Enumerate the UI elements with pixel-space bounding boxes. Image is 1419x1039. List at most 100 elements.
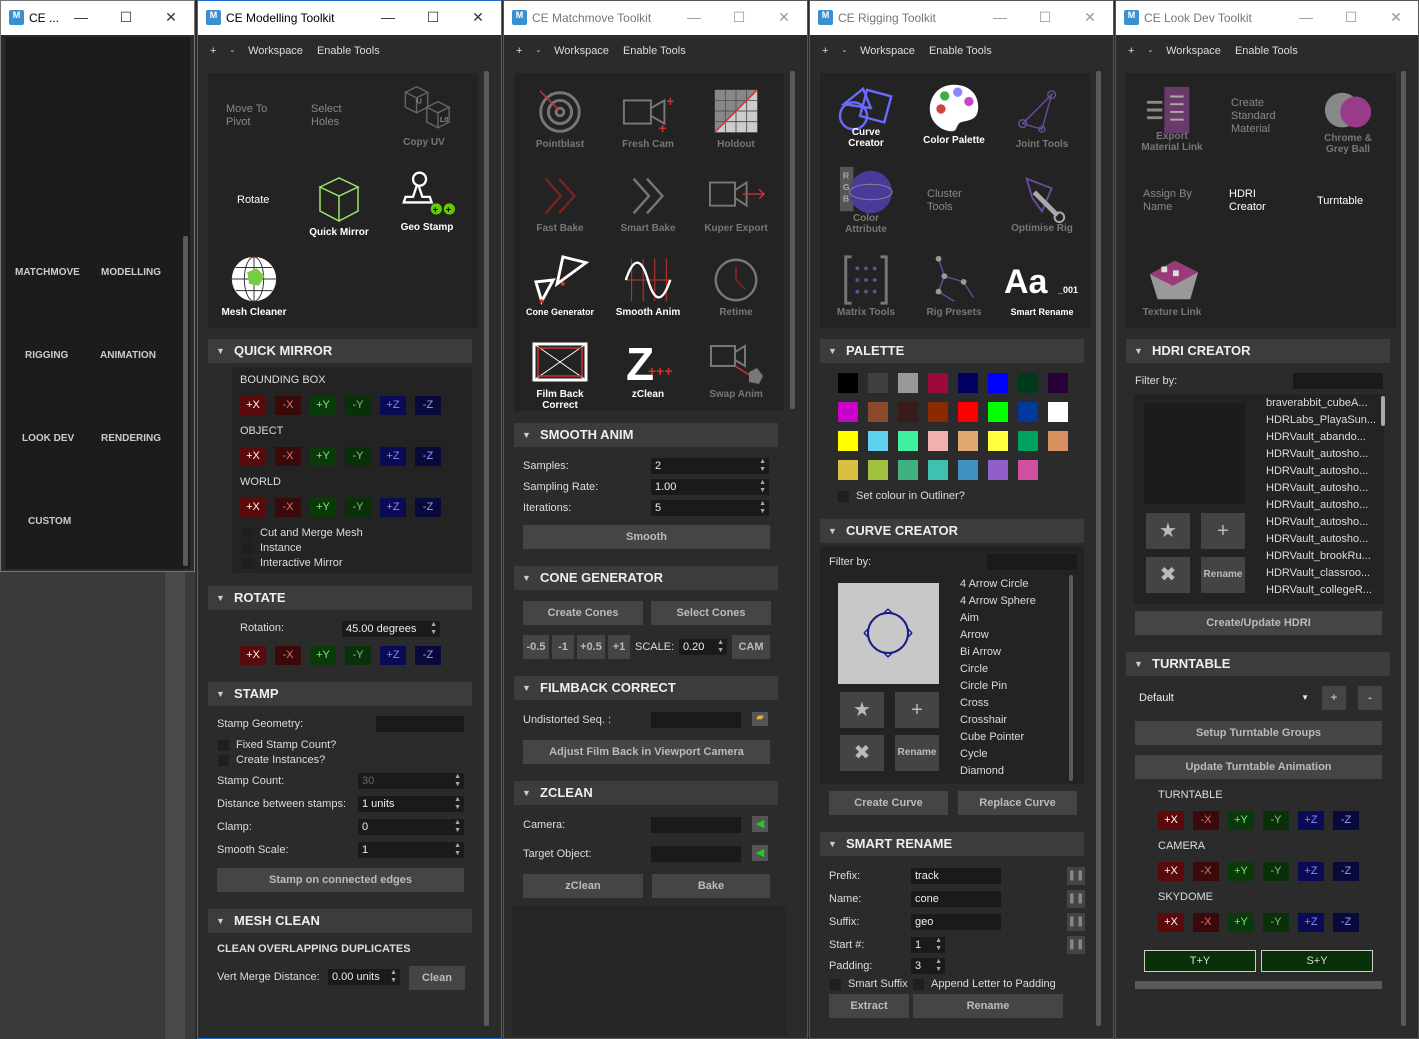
sidebar-item-lookdev[interactable]: LOOK DEV — [22, 433, 74, 444]
axis-button-ny[interactable]: -Y — [345, 498, 371, 517]
folder-icon[interactable]: ▰ — [752, 712, 768, 726]
list-item[interactable]: HDRVault_autosho... — [1266, 499, 1368, 511]
maximize-button[interactable]: ☐ — [729, 7, 749, 27]
create-curve-button[interactable]: Create Curve — [829, 791, 948, 815]
cam-button[interactable]: CAM — [732, 635, 770, 659]
section-zclean[interactable]: ZCLEAN — [514, 781, 778, 805]
sidebar-item-modelling[interactable]: MODELLING — [101, 267, 161, 278]
turntable-remove-button[interactable]: - — [1358, 686, 1382, 710]
turntable-add-button[interactable]: + — [1322, 686, 1346, 710]
sidebar-item-rigging[interactable]: RIGGING — [25, 350, 68, 361]
checkbox-create-instances[interactable]: Create Instances? — [218, 753, 325, 767]
sidebar-item-rendering[interactable]: RENDERING — [101, 433, 161, 444]
tool-smart-rename[interactable]: Aa _001 Smart Rename — [998, 253, 1086, 318]
titlebar[interactable]: M CE Modelling Toolkit — ☐ ✕ — [198, 1, 501, 35]
list-item[interactable]: Crosshair — [960, 714, 1007, 726]
color-swatch[interactable] — [988, 431, 1008, 451]
checkbox-interactive-mirror[interactable]: Interactive Mirror — [242, 556, 343, 570]
replace-curve-button[interactable]: Replace Curve — [958, 791, 1077, 815]
rename-hdri-button[interactable]: Rename — [1201, 557, 1245, 593]
tool-chrome-grey-ball[interactable]: Chrome & Grey Ball — [1304, 85, 1392, 155]
color-swatch[interactable] — [898, 373, 918, 393]
enable-tools-menu[interactable]: Enable Tools — [1235, 45, 1298, 57]
suffix-field[interactable]: geo — [911, 914, 1001, 930]
axis-button-pz[interactable]: +Z — [380, 447, 406, 466]
curve-filter-field[interactable] — [987, 554, 1077, 570]
scrollbar[interactable] — [484, 71, 489, 1026]
maximize-button[interactable]: ☐ — [1341, 7, 1361, 27]
list-item[interactable]: HDRVault_brookRu... — [1266, 550, 1371, 562]
tool-assign-by-name[interactable]: Assign By Name — [1143, 188, 1198, 214]
list-item[interactable]: HDRVault_abando... — [1266, 431, 1366, 443]
plus-1-button[interactable]: +1 — [608, 635, 630, 659]
tool-pointblast[interactable]: Pointblast — [516, 85, 604, 150]
axis-button-px[interactable]: +X — [240, 498, 266, 517]
sidebar-item-animation[interactable]: ANIMATION — [100, 350, 156, 361]
list-item[interactable]: Cube Pointer — [960, 731, 1024, 743]
maximize-button[interactable]: ☐ — [116, 7, 136, 27]
tool-cluster-tools[interactable]: Cluster Tools — [927, 188, 977, 214]
color-swatch[interactable] — [898, 402, 918, 422]
tool-copy-uv[interactable]: U L0 Copy UV — [380, 83, 468, 148]
stamp-geometry-field[interactable] — [376, 716, 464, 732]
axis-button-ny[interactable]: -Y — [345, 396, 371, 415]
workspace-menu[interactable]: Workspace — [248, 45, 303, 57]
list-item[interactable]: Diamond — [960, 765, 1004, 777]
prefix-field[interactable]: track — [911, 868, 1001, 884]
list-item[interactable]: Cross — [960, 697, 989, 709]
minimize-button[interactable]: — — [71, 7, 91, 27]
titlebar[interactable]: M CE ... — ☐ ✕ — [1, 1, 194, 35]
axis-button-nz[interactable]: -Z — [415, 646, 441, 665]
clamp-field[interactable]: 0 ▲ ▼ — [358, 819, 464, 835]
t-y-button[interactable]: T+Y — [1144, 950, 1256, 972]
axis-button-nx[interactable]: -X — [275, 498, 301, 517]
samples-field[interactable]: 2 ▲ ▼ — [651, 458, 769, 474]
sidebar-item-matchmove[interactable]: MATCHMOVE — [15, 267, 80, 278]
axis-button-nx[interactable]: -X — [1193, 811, 1219, 830]
section-turntable[interactable]: TURNTABLE — [1126, 652, 1390, 676]
color-swatch[interactable] — [958, 373, 978, 393]
smooth-button[interactable]: Smooth — [523, 525, 770, 549]
axis-button-pz[interactable]: +Z — [1298, 913, 1324, 932]
tool-film-back-correct[interactable]: Film Back Correct — [516, 335, 604, 411]
tool-matrix-tools[interactable]: Matrix Tools — [822, 253, 910, 318]
padding-field[interactable]: 3 ▲ ▼ — [911, 958, 945, 974]
color-swatch[interactable] — [1018, 460, 1038, 480]
axis-button-px[interactable]: +X — [1158, 862, 1184, 881]
delete-curve-button[interactable]: ✖ — [840, 735, 884, 771]
favorite-star-button[interactable]: ★ — [840, 692, 884, 728]
pause-icon[interactable]: ❚❚ — [1067, 867, 1085, 885]
axis-button-nx[interactable]: -X — [275, 447, 301, 466]
axis-button-nx[interactable]: -X — [1193, 913, 1219, 932]
rename-curve-button[interactable]: Rename — [895, 735, 939, 771]
list-item[interactable]: Bi Arrow — [960, 646, 1001, 658]
tool-export-material-link[interactable]: Export Material Link — [1128, 83, 1216, 153]
pick-arrow-icon[interactable]: ◀ — [752, 816, 768, 832]
section-smart-rename[interactable]: SMART RENAME — [820, 832, 1084, 856]
remove-tab-button[interactable]: - — [1148, 45, 1152, 57]
color-swatch[interactable] — [898, 460, 918, 480]
hdri-list-scrollbar[interactable] — [1381, 396, 1385, 426]
spinner-icon[interactable]: ▲ ▼ — [430, 621, 437, 637]
name-field[interactable]: cone — [911, 891, 1001, 907]
axis-button-px[interactable]: +X — [240, 646, 266, 665]
tool-texture-link[interactable]: Texture Link — [1128, 253, 1216, 318]
remove-tab-button[interactable]: - — [842, 45, 846, 57]
tool-quick-mirror[interactable]: Quick Mirror — [295, 173, 383, 238]
minimize-button[interactable]: — — [990, 7, 1010, 27]
list-item[interactable]: Aim — [960, 612, 979, 624]
tool-retime[interactable]: Retime — [692, 253, 780, 318]
color-swatch[interactable] — [928, 373, 948, 393]
axis-button-py[interactable]: +Y — [310, 498, 336, 517]
pause-icon[interactable]: ❚❚ — [1067, 936, 1085, 954]
extract-button[interactable]: Extract — [829, 994, 909, 1018]
maximize-button[interactable]: ☐ — [1035, 7, 1055, 27]
rotation-field[interactable]: 45.00 degrees ▲ ▼ — [342, 621, 440, 637]
close-button[interactable]: ✕ — [774, 7, 794, 27]
tool-rotate[interactable]: Rotate — [237, 194, 269, 207]
hdri-filter-field[interactable] — [1293, 373, 1383, 389]
close-button[interactable]: ✕ — [468, 7, 488, 27]
axis-button-px[interactable]: +X — [240, 447, 266, 466]
stamp-button[interactable]: Stamp on connected edges — [217, 868, 464, 892]
close-button[interactable]: ✕ — [161, 7, 181, 27]
